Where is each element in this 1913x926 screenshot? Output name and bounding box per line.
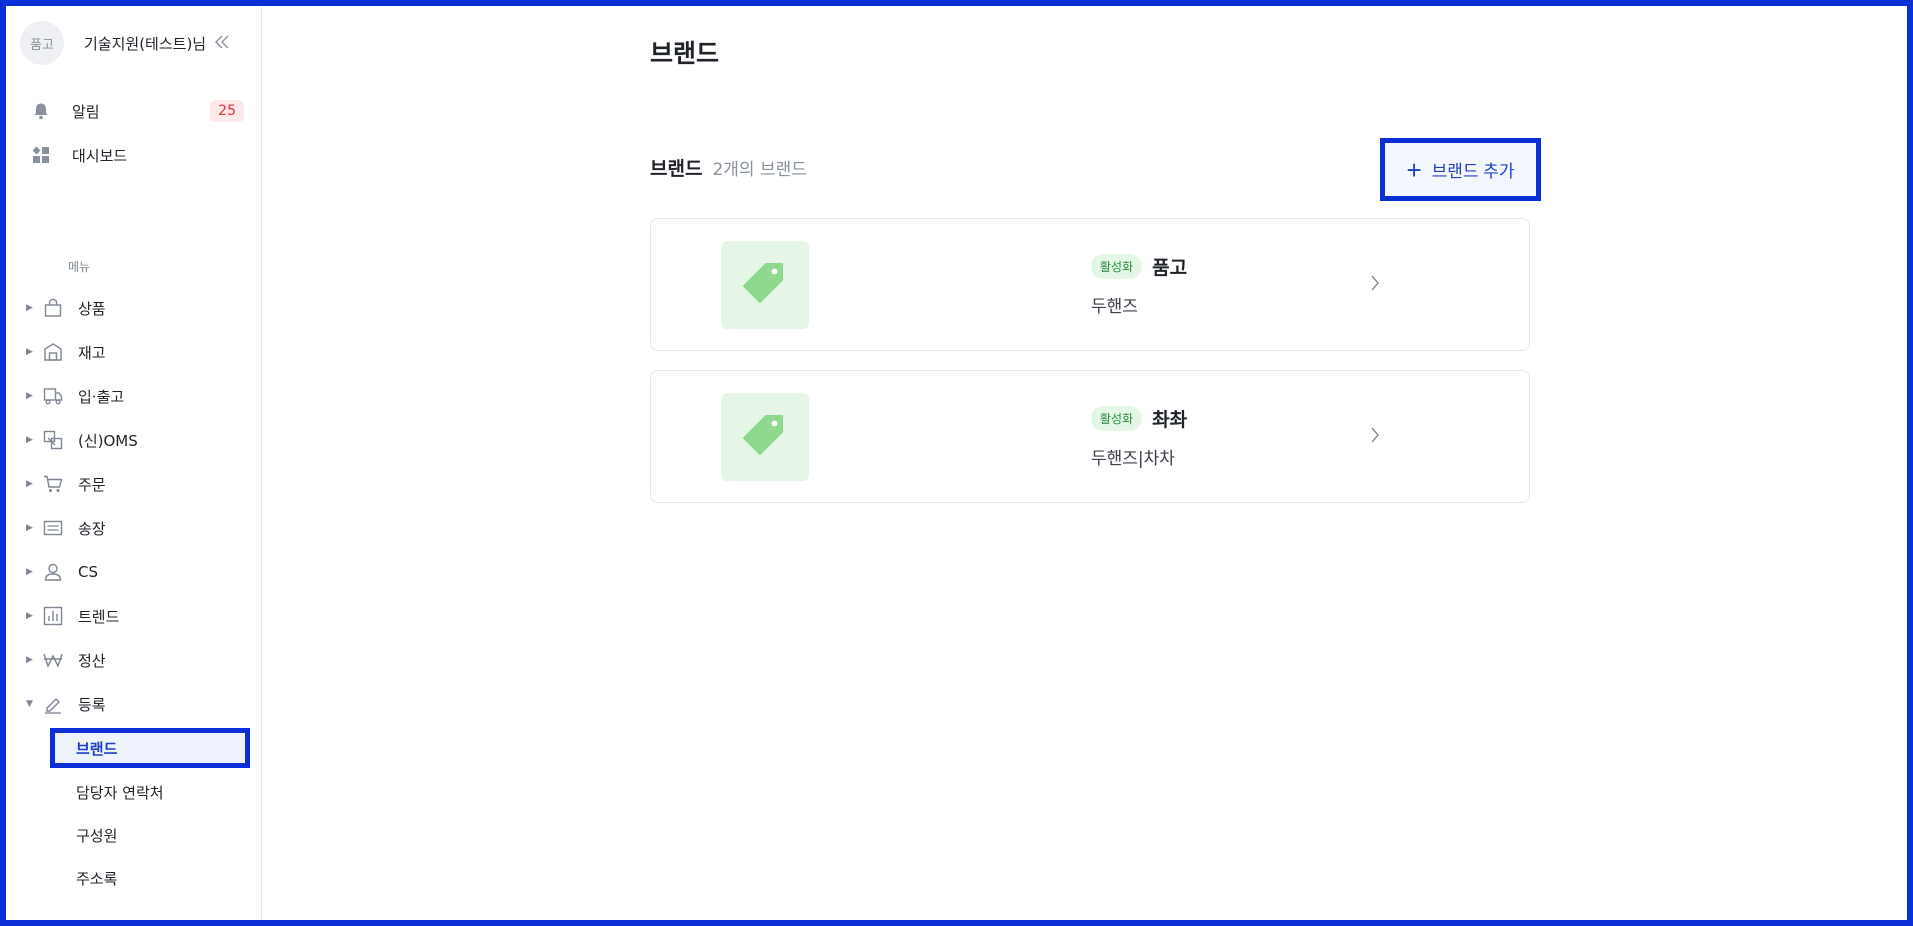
sidebar-item-label: 등록 — [78, 695, 106, 714]
sidebar-item-label: 알림 — [72, 102, 100, 121]
section-header: 브랜드 2개의 브랜드 — [650, 154, 807, 181]
caret-right-icon: ▶ — [26, 303, 33, 313]
double-chevron-left-icon[interactable] — [214, 34, 230, 53]
brand-name: 품고 — [1152, 257, 1188, 279]
caret-right-icon: ▶ — [26, 391, 33, 401]
sidebar-subitem-contacts[interactable]: 담당자 연락처 — [50, 772, 250, 812]
avatar[interactable]: 품고 — [20, 21, 64, 65]
status-badge: 활성화 — [1091, 254, 1143, 279]
sidebar-item-notifications[interactable]: 알림 25 — [30, 93, 244, 129]
brand-info: 활성화 품고 두핸즈 — [1091, 253, 1187, 317]
bell-icon — [30, 100, 52, 122]
won-icon — [42, 649, 64, 671]
menu-caption: 메뉴 — [68, 260, 91, 274]
sidebar-item-cs[interactable]: ▶ CS — [26, 555, 246, 589]
tag-icon — [742, 260, 788, 310]
brand-info: 활성화 촤촤 두핸즈|차차 — [1091, 405, 1187, 469]
brand-company: 두핸즈 — [1091, 297, 1138, 317]
pencil-icon — [42, 693, 64, 715]
bar-chart-icon — [42, 605, 64, 627]
sidebar-item-oms[interactable]: ▶ (신)OMS — [26, 423, 246, 457]
caret-down-icon: ▼ — [26, 699, 33, 709]
sidebar-item-inventory[interactable]: ▶ 재고 — [26, 335, 246, 369]
caret-right-icon: ▶ — [26, 479, 33, 489]
caret-right-icon: ▶ — [26, 347, 33, 357]
sidebar-item-label: CS — [78, 563, 98, 581]
caret-right-icon: ▶ — [26, 655, 33, 665]
brand-name: 촤촤 — [1152, 409, 1188, 431]
chevron-right-icon[interactable] — [1369, 423, 1381, 447]
caret-right-icon: ▶ — [26, 567, 33, 577]
profile[interactable]: 품고 기술지원(테스트)님 — [20, 20, 250, 66]
brand-card[interactable]: 활성화 품고 두핸즈 — [650, 218, 1530, 351]
section-title: 브랜드 — [650, 158, 703, 180]
brand-thumbnail — [721, 393, 809, 481]
sidebar-item-products[interactable]: ▶ 상품 — [26, 291, 246, 325]
notification-count-badge: 25 — [210, 100, 244, 122]
sidebar-subitem-brand[interactable]: 브랜드 — [50, 728, 250, 768]
sidebar-item-registration[interactable]: ▼ 등록 — [26, 687, 246, 721]
status-badge: 활성화 — [1091, 406, 1143, 431]
brand-count: 2개의 브랜드 — [712, 160, 807, 180]
warehouse-icon — [42, 341, 64, 363]
caret-right-icon: ▶ — [26, 435, 33, 445]
sidebar-item-label: 상품 — [78, 299, 106, 318]
truck-icon — [42, 385, 64, 407]
profile-name: 기술지원(테스트)님 — [84, 34, 207, 53]
add-brand-button[interactable]: + 브랜드 추가 — [1380, 138, 1541, 201]
sidebar-item-label: 재고 — [78, 343, 106, 362]
add-brand-label: 브랜드 추가 — [1431, 162, 1515, 181]
brand-company: 두핸즈|차차 — [1091, 449, 1175, 469]
sidebar-item-dashboard[interactable]: 대시보드 — [30, 137, 244, 173]
sidebar-item-label: 트렌드 — [78, 607, 120, 626]
sidebar: 품고 기술지원(테스트)님 알림 25 대시보드 메뉴 ▶ 상품 ▶ 재고 ▶ — [6, 6, 262, 920]
sidebar-item-label: 송장 — [78, 519, 106, 538]
brand-thumbnail — [721, 241, 809, 329]
dashboard-icon — [30, 144, 52, 166]
transfer-icon — [42, 429, 64, 451]
tag-icon — [742, 412, 788, 462]
sidebar-item-label: (신)OMS — [78, 431, 138, 450]
sidebar-item-label: 대시보드 — [72, 146, 128, 165]
invoice-icon — [42, 517, 64, 539]
chevron-right-icon[interactable] — [1369, 271, 1381, 295]
caret-right-icon: ▶ — [26, 523, 33, 533]
caret-right-icon: ▶ — [26, 611, 33, 621]
sidebar-item-invoices[interactable]: ▶ 송장 — [26, 511, 246, 545]
sidebar-item-label: 정산 — [78, 651, 106, 670]
sidebar-subitem-members[interactable]: 구성원 — [50, 815, 250, 855]
plus-icon: + — [1406, 154, 1422, 185]
sidebar-item-label: 입·출고 — [78, 387, 125, 406]
sidebar-subitem-address-book[interactable]: 주소록 — [50, 858, 250, 898]
person-icon — [42, 561, 64, 583]
sidebar-item-inbound-outbound[interactable]: ▶ 입·출고 — [26, 379, 246, 413]
sidebar-item-trend[interactable]: ▶ 트렌드 — [26, 599, 246, 633]
cart-icon — [42, 473, 64, 495]
sidebar-item-label: 주문 — [78, 475, 106, 494]
page-title: 브랜드 — [650, 39, 720, 68]
bag-icon — [42, 297, 64, 319]
sidebar-item-orders[interactable]: ▶ 주문 — [26, 467, 246, 501]
brand-card[interactable]: 활성화 촤촤 두핸즈|차차 — [650, 370, 1530, 503]
sidebar-item-settlement[interactable]: ▶ 정산 — [26, 643, 246, 677]
